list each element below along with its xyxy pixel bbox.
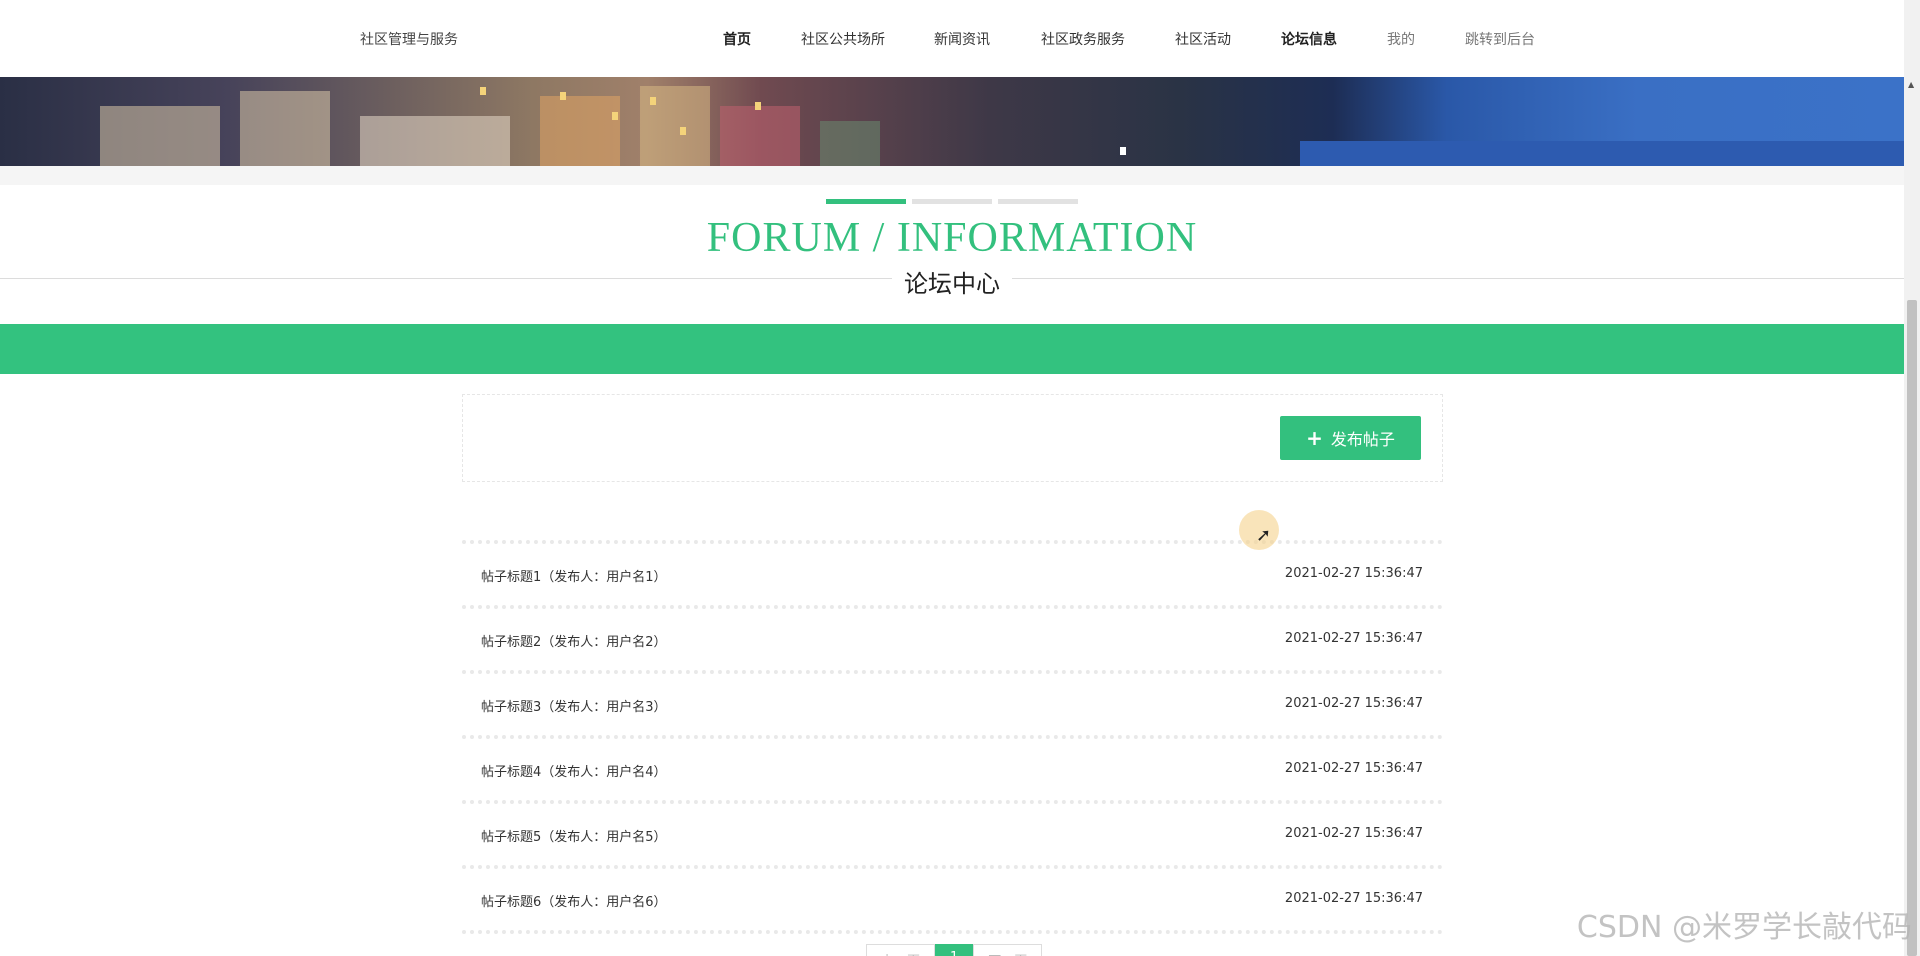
banner-image bbox=[0, 77, 1904, 166]
nav-item-activities[interactable]: 社区活动 bbox=[1175, 29, 1231, 49]
post-list: 帖子标题1（发布人：用户名1） 2021-02-27 15:36:47 帖子标题… bbox=[462, 540, 1443, 934]
site-brand[interactable]: 社区管理与服务 bbox=[360, 29, 458, 49]
post-time: 2021-02-27 15:36:47 bbox=[1284, 761, 1423, 776]
watermark: CSDN @米罗学长敲代码 bbox=[1576, 910, 1912, 945]
post-title[interactable]: 帖子标题4（发布人：用户名4） bbox=[481, 761, 667, 780]
post-title[interactable]: 帖子标题5（发布人：用户名5） bbox=[481, 826, 667, 845]
nav-item-admin[interactable]: 跳转到后台 bbox=[1465, 29, 1535, 49]
post-title[interactable]: 帖子标题1（发布人：用户名1） bbox=[481, 566, 667, 585]
pagination: 上一页 1 下一页 bbox=[866, 944, 1043, 956]
cursor-icon: ➚ bbox=[1256, 525, 1272, 546]
post-time: 2021-02-27 15:36:47 bbox=[1284, 566, 1423, 581]
section-title-en: FORUM / INFORMATION bbox=[706, 215, 1198, 261]
post-time: 2021-02-27 15:36:47 bbox=[1284, 631, 1423, 646]
nav-item-news[interactable]: 新闻资讯 bbox=[934, 29, 990, 49]
list-item[interactable]: 帖子标题3（发布人：用户名3） 2021-02-27 15:36:47 bbox=[462, 670, 1443, 735]
page-scrollbar[interactable]: ▲ bbox=[1904, 0, 1920, 956]
new-post-button[interactable]: + 发布帖子 bbox=[1280, 416, 1421, 460]
post-title[interactable]: 帖子标题2（发布人：用户名2） bbox=[481, 631, 667, 650]
top-navbar: 社区管理与服务 首页 社区公共场所 新闻资讯 社区政务服务 社区活动 论坛信息 … bbox=[0, 0, 1904, 77]
new-post-label: 发布帖子 bbox=[1330, 430, 1395, 449]
green-band bbox=[0, 324, 1904, 374]
page-1-button[interactable]: 1 bbox=[935, 944, 974, 956]
list-item[interactable]: 帖子标题6（发布人：用户名6） 2021-02-27 15:36:47 bbox=[462, 865, 1443, 930]
scrollbar-thumb[interactable] bbox=[1907, 300, 1917, 956]
nav-item-mine[interactable]: 我的 bbox=[1387, 29, 1415, 49]
nav-item-public-places[interactable]: 社区公共场所 bbox=[801, 29, 885, 49]
nav-item-gov-services[interactable]: 社区政务服务 bbox=[1041, 29, 1125, 49]
nav-item-forum[interactable]: 论坛信息 bbox=[1281, 29, 1337, 49]
post-time: 2021-02-27 15:36:47 bbox=[1284, 696, 1423, 711]
post-title[interactable]: 帖子标题3（发布人：用户名3） bbox=[481, 696, 667, 715]
plus-icon: + bbox=[1306, 426, 1323, 450]
scroll-up-icon[interactable]: ▲ bbox=[1908, 80, 1914, 89]
section-title-cn: 论坛中心 bbox=[892, 270, 1012, 298]
list-item[interactable]: 帖子标题5（发布人：用户名5） 2021-02-27 15:36:47 bbox=[462, 800, 1443, 865]
post-time: 2021-02-27 15:36:47 bbox=[1284, 891, 1423, 906]
list-item[interactable]: 帖子标题2（发布人：用户名2） 2021-02-27 15:36:47 bbox=[462, 605, 1443, 670]
list-item[interactable]: 帖子标题4（发布人：用户名4） 2021-02-27 15:36:47 bbox=[462, 735, 1443, 800]
list-item[interactable]: 帖子标题1（发布人：用户名1） 2021-02-27 15:36:47 bbox=[462, 540, 1443, 605]
nav-item-home[interactable]: 首页 bbox=[723, 29, 751, 49]
next-page-button[interactable]: 下一页 bbox=[973, 944, 1043, 956]
forum-toolbar: + 发布帖子 bbox=[462, 394, 1443, 482]
prev-page-button[interactable]: 上一页 bbox=[866, 944, 936, 956]
post-title[interactable]: 帖子标题6（发布人：用户名6） bbox=[481, 891, 667, 910]
post-time: 2021-02-27 15:36:47 bbox=[1284, 826, 1423, 841]
